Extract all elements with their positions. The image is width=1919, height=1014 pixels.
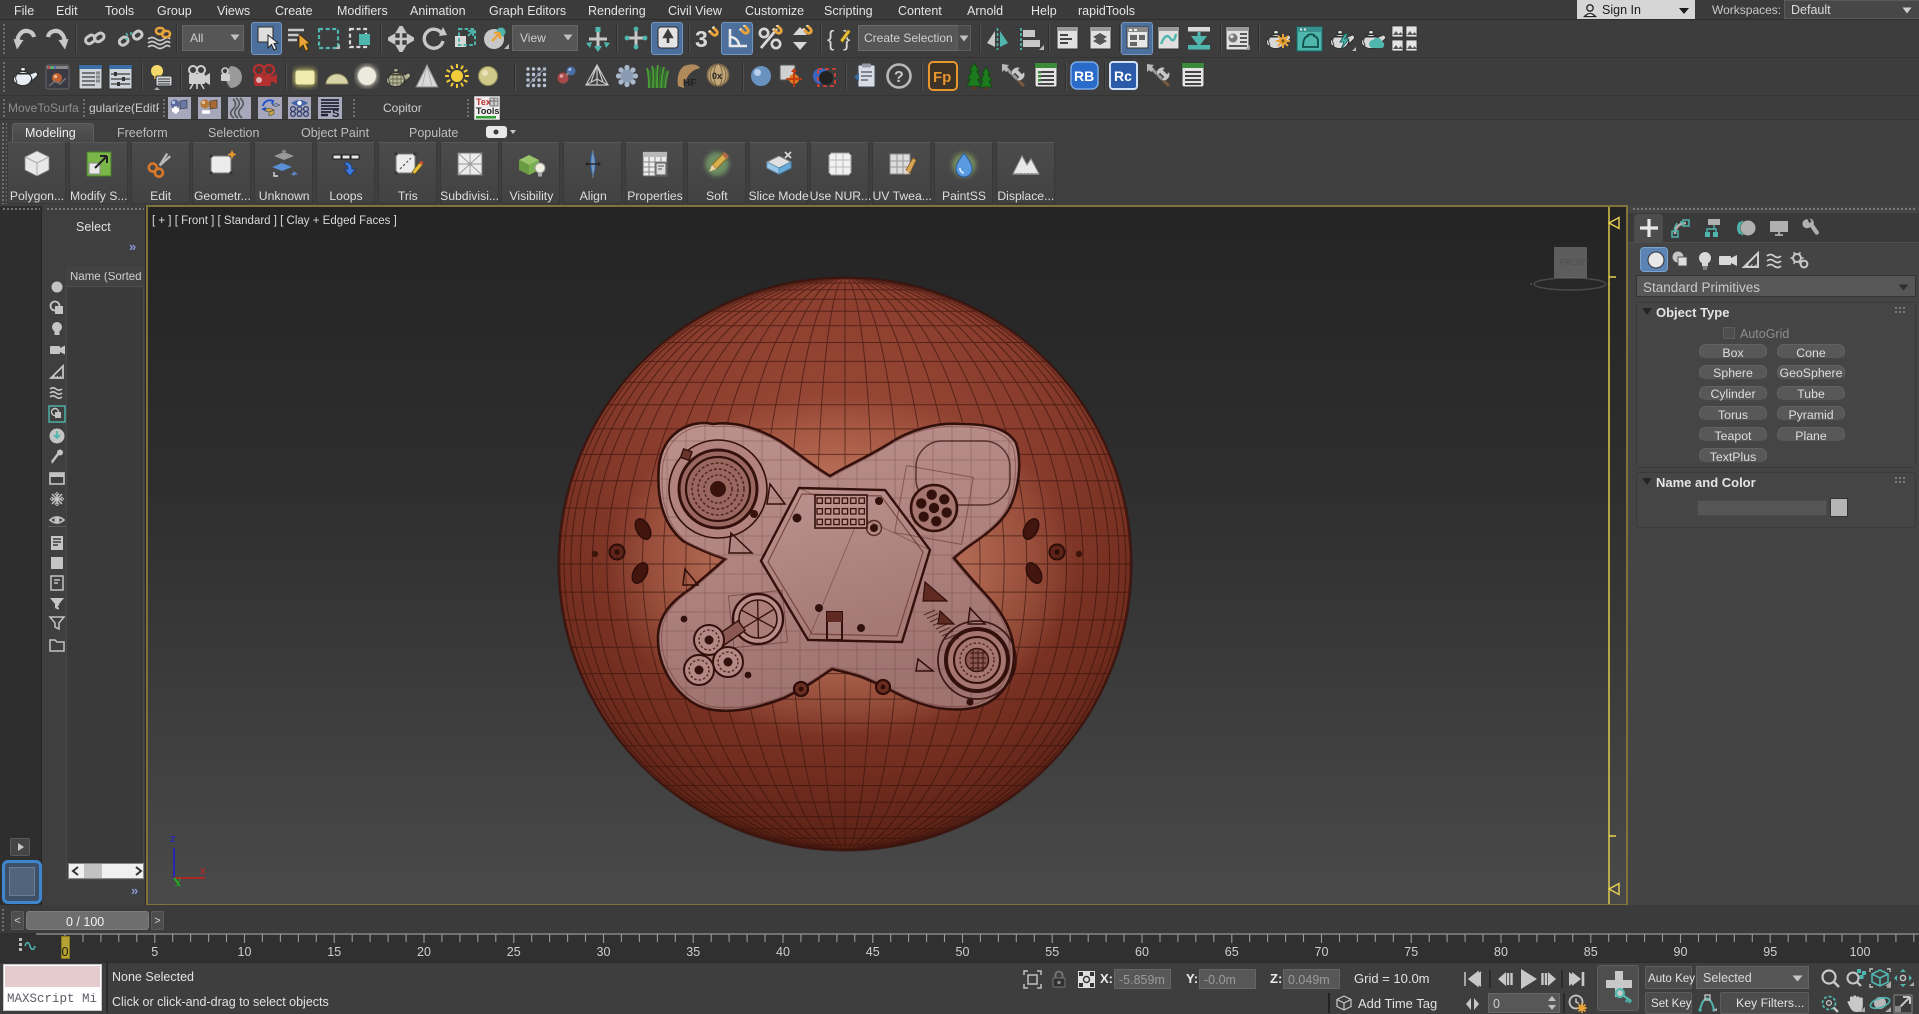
svg-text:?: ? bbox=[894, 69, 904, 86]
svg-text:x: x bbox=[200, 865, 206, 877]
svg-text:Tools: Tools bbox=[476, 106, 499, 116]
svg-text:Rc: Rc bbox=[1114, 68, 1132, 84]
svg-text:Fp: Fp bbox=[933, 69, 951, 86]
svg-text:0x: 0x bbox=[712, 71, 722, 81]
svg-text:RB: RB bbox=[1074, 68, 1094, 84]
svg-text:z: z bbox=[170, 833, 176, 845]
svg-text:y: y bbox=[175, 875, 181, 887]
svg-text:{: { bbox=[827, 26, 834, 51]
svg-text:HF: HF bbox=[683, 78, 696, 89]
svg-text:S: S bbox=[332, 108, 339, 119]
svg-text:3: 3 bbox=[695, 26, 708, 52]
